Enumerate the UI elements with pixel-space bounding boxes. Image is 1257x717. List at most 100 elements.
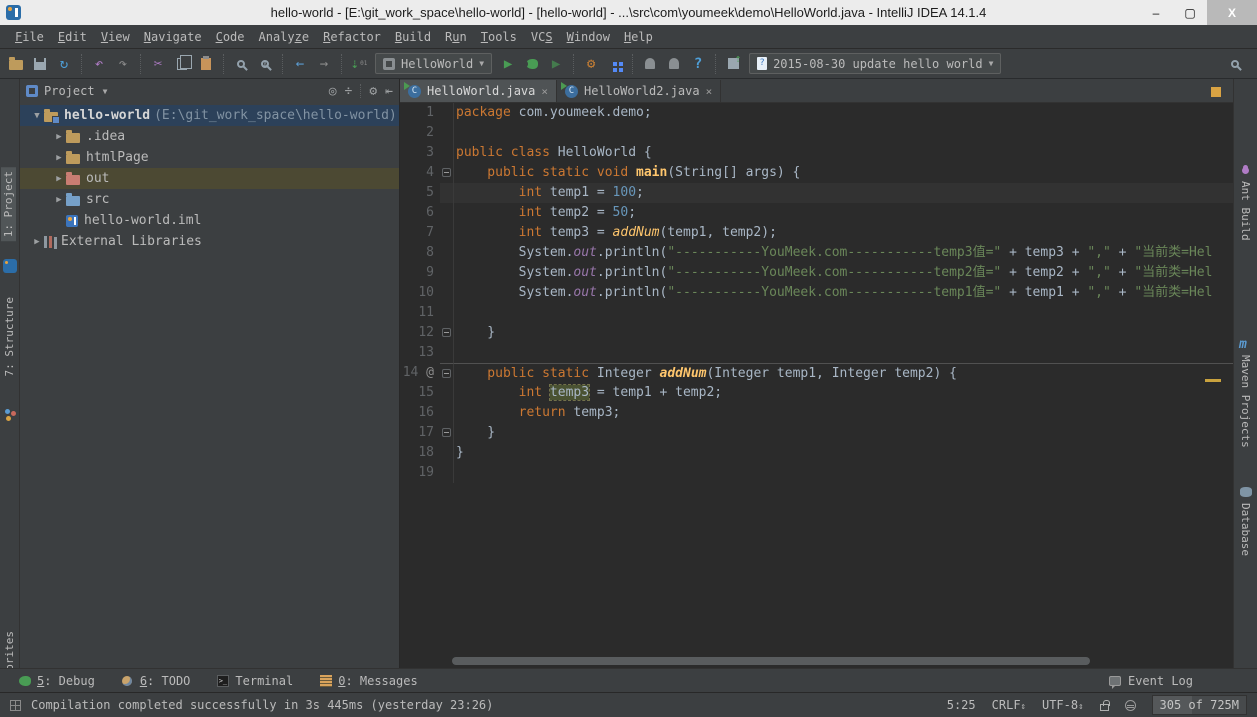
maximize-button[interactable]: ▢ — [1173, 0, 1207, 25]
coverage-icon[interactable]: ▶ — [544, 52, 568, 76]
line-number[interactable]: 10 — [400, 283, 440, 303]
code-line-16[interactable]: 16 return temp3; — [400, 403, 1233, 423]
code-line-12[interactable]: 12 } — [400, 323, 1233, 343]
line-number[interactable]: 18 — [400, 443, 440, 463]
line-number[interactable]: 8 — [400, 243, 440, 263]
tool-tab-maven-projects[interactable]: Maven Projects — [1239, 355, 1252, 448]
fold-marker-icon[interactable] — [440, 323, 454, 343]
tree-row-out[interactable]: ▶ out — [20, 168, 399, 189]
line-number[interactable]: 15 — [400, 383, 440, 403]
paste-icon[interactable] — [194, 52, 218, 76]
code-line-3[interactable]: 3 public class HelloWorld { — [400, 143, 1233, 163]
code-line-15[interactable]: 15 int temp3 = temp1 + temp2; — [400, 383, 1233, 403]
database-icon[interactable] — [1240, 487, 1252, 497]
code-line-19[interactable]: 19 — [400, 463, 1233, 483]
tree-expand-icon[interactable]: ▶ — [30, 237, 44, 247]
menu-item-tools[interactable]: Tools — [474, 30, 524, 44]
cut-icon[interactable]: ✂ — [146, 52, 170, 76]
code-line-8[interactable]: 8 System.out.println("-----------YouMeek… — [400, 243, 1233, 263]
code-line-6[interactable]: 6 int temp2 = 50; — [400, 203, 1233, 223]
tree-expand-icon[interactable]: ▶ — [52, 153, 66, 163]
copy-icon[interactable] — [170, 52, 194, 76]
line-number[interactable]: 11 — [400, 303, 440, 323]
menu-item-window[interactable]: Window — [560, 30, 617, 44]
line-number[interactable]: 16 — [400, 403, 440, 423]
tree-expand-icon[interactable]: ▼ — [30, 111, 44, 121]
menu-item-analyze[interactable]: Analyze — [252, 30, 317, 44]
tool-tab-project[interactable]: 1: Project — [1, 167, 16, 242]
project-tool-icon[interactable] — [3, 259, 17, 273]
line-number[interactable]: 13 — [400, 343, 440, 363]
line-number[interactable]: 9 — [400, 263, 440, 283]
line-number[interactable]: 12 — [400, 323, 440, 343]
undo-icon[interactable]: ↶ — [87, 52, 111, 76]
find-icon[interactable] — [229, 52, 253, 76]
save-icon[interactable] — [28, 52, 52, 76]
menu-item-run[interactable]: Run — [438, 30, 474, 44]
search-everywhere-button[interactable] — [1223, 52, 1247, 76]
code-line-1[interactable]: 1 package com.youmeek.demo; — [400, 103, 1233, 123]
chevron-down-icon[interactable]: ▼ — [103, 87, 108, 96]
vcs-message-select[interactable]: ? 2015-08-30 update hello world ▼ — [749, 53, 1002, 74]
code-line-2[interactable]: 2 — [400, 123, 1233, 143]
ant-icon[interactable] — [1242, 167, 1249, 174]
line-number[interactable]: 1 — [400, 103, 440, 123]
warning-stripe-square-icon[interactable] — [1211, 87, 1221, 97]
unlock-icon[interactable] — [1099, 699, 1110, 711]
code-line-10[interactable]: 10 System.out.println("-----------YouMee… — [400, 283, 1233, 303]
line-number[interactable]: 6 — [400, 203, 440, 223]
redo-icon[interactable]: ↷ — [111, 52, 135, 76]
line-number[interactable]: 3 — [400, 143, 440, 163]
debug-icon[interactable] — [520, 52, 544, 76]
line-number[interactable]: 7 — [400, 223, 440, 243]
tool-button-0-messages[interactable]: 0: Messages — [319, 674, 418, 688]
caret-position[interactable]: 5:25 — [947, 698, 976, 712]
code-line-9[interactable]: 9 System.out.println("-----------YouMeek… — [400, 263, 1233, 283]
code-editor[interactable]: 1 package com.youmeek.demo; 2 3 public class… — [400, 103, 1233, 668]
memory-indicator[interactable]: 305 of 725M — [1151, 695, 1247, 715]
close-icon[interactable]: × — [706, 85, 713, 98]
maven-icon[interactable]: m — [1239, 337, 1247, 352]
replace-icon[interactable] — [253, 52, 277, 76]
code-line-11[interactable]: 11 — [400, 303, 1233, 323]
tool-tab-ant-build[interactable]: Ant Build — [1239, 181, 1252, 241]
fold-marker-icon[interactable] — [440, 423, 454, 443]
tree-expand-icon[interactable]: ▶ — [52, 195, 66, 205]
close-icon[interactable]: × — [541, 85, 548, 98]
code-line-4[interactable]: 4 public static void main(String[] args)… — [400, 163, 1233, 183]
run-icon[interactable]: ▶ — [496, 52, 520, 76]
structure-icon[interactable] — [603, 52, 627, 76]
code-line-7[interactable]: 7 int temp3 = addNum(temp1, temp2); — [400, 223, 1233, 243]
menu-item-vcs[interactable]: VCS — [524, 30, 560, 44]
code-line-14[interactable]: 14 @ public static Integer addNum(Intege… — [400, 363, 1233, 383]
line-number[interactable]: 17 — [400, 423, 440, 443]
code-line-17[interactable]: 17 } — [400, 423, 1233, 443]
open-icon[interactable] — [4, 52, 28, 76]
run-configuration-select[interactable]: HelloWorld ▼ — [375, 53, 493, 74]
event-log-button[interactable]: Event Log — [1108, 674, 1193, 689]
editor-tab-helloworld2-java[interactable]: C HelloWorld2.java × — [557, 80, 722, 102]
hector-inspector-icon[interactable] — [1124, 699, 1136, 711]
minimize-button[interactable]: – — [1139, 0, 1173, 25]
tree-row-htmlpage[interactable]: ▶ htmlPage — [20, 147, 399, 168]
tree-expand-icon[interactable]: ▶ — [52, 174, 66, 184]
code-line-18[interactable]: 18} — [400, 443, 1233, 463]
tool-tab-database[interactable]: Database — [1239, 503, 1252, 556]
menu-item-view[interactable]: View — [94, 30, 137, 44]
fold-marker-icon[interactable] — [440, 363, 454, 383]
fold-marker-icon[interactable] — [440, 163, 454, 183]
menu-item-help[interactable]: Help — [617, 30, 660, 44]
commit-icon[interactable] — [721, 52, 745, 76]
menu-item-code[interactable]: Code — [209, 30, 252, 44]
horizontal-scrollbar[interactable] — [452, 657, 1090, 665]
forward-icon[interactable]: → — [312, 52, 336, 76]
tree-row-hello-world[interactable]: ▼ hello-world (E:\git_work_space\hello-wo… — [20, 105, 399, 126]
menu-item-build[interactable]: Build — [388, 30, 438, 44]
line-number[interactable]: 2 — [400, 123, 440, 143]
tool-button-6-todo[interactable]: 6: TODO — [121, 674, 190, 688]
tree-row-src[interactable]: ▶ src — [20, 189, 399, 210]
code-line-13[interactable]: 13 — [400, 343, 1233, 363]
tool-button-terminal[interactable]: >_ Terminal — [216, 674, 293, 688]
tree-expand-icon[interactable]: ▶ — [52, 132, 66, 142]
tool-button-5-debug[interactable]: 5: Debug — [18, 674, 95, 688]
